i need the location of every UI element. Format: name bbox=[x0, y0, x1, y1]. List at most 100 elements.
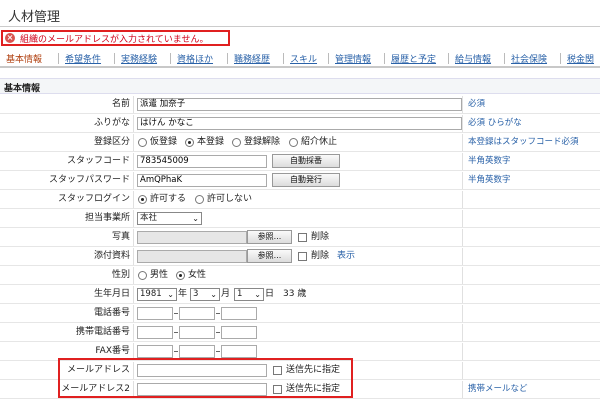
row-registration: 登録区分 仮登録 本登録 登録解除 紹介休止 本登録はスタッフコード必須 bbox=[0, 134, 600, 152]
staff-password-note: 半角英数字 bbox=[468, 175, 511, 185]
tab-qualifications[interactable]: 資格ほか bbox=[177, 52, 213, 65]
chevron-down-icon: ⌄ bbox=[192, 214, 199, 223]
fax-input-2[interactable] bbox=[179, 345, 215, 358]
office-label: 担当事業所 bbox=[0, 210, 134, 227]
fax-input-1[interactable] bbox=[137, 345, 173, 358]
name-input[interactable]: 派遣 加奈子 bbox=[137, 98, 462, 111]
office-select[interactable]: 本社 ⌄ bbox=[137, 212, 202, 225]
title-divider bbox=[0, 26, 600, 27]
birth-month-select[interactable]: 3 ⌄ bbox=[190, 288, 220, 301]
tab-history-schedule[interactable]: 履歴と予定 bbox=[391, 52, 436, 65]
tab-separator bbox=[170, 53, 171, 64]
attachment-browse-button[interactable]: 参照... bbox=[247, 249, 292, 263]
phone-label: 電話番号 bbox=[0, 305, 134, 322]
age-text: 33 歳 bbox=[283, 289, 307, 299]
row-staff-password: スタッフパスワード AmQPhaK 自動発行 半角英数字 bbox=[0, 172, 600, 190]
tab-separator bbox=[448, 53, 449, 64]
auto-issue-button[interactable]: 自動発行 bbox=[272, 173, 340, 187]
row-phone: 電話番号 bbox=[0, 305, 600, 323]
error-icon: × bbox=[5, 33, 15, 43]
furigana-label: ふりがな bbox=[0, 115, 134, 132]
tab-work-experience[interactable]: 実務経験 bbox=[121, 52, 157, 65]
radio-referral-paused-label: 紹介休止 bbox=[301, 137, 338, 147]
tab-basic-info[interactable]: 基本情報 bbox=[6, 52, 42, 65]
mobile-input-3[interactable] bbox=[221, 326, 257, 339]
tab-social-insurance[interactable]: 社会保険 bbox=[511, 52, 547, 65]
attachment-file-input[interactable] bbox=[137, 250, 247, 263]
photo-browse-button[interactable]: 参照... bbox=[247, 230, 292, 244]
radio-login-deny-label: 許可しない bbox=[207, 194, 253, 204]
radio-login-allow-label: 許可する bbox=[150, 194, 187, 204]
row-gender: 性別 男性 女性 bbox=[0, 267, 600, 285]
tab-tax[interactable]: 税金関 bbox=[567, 52, 594, 65]
row-mobile: 携帯電話番号 bbox=[0, 324, 600, 342]
name-note: 必須 bbox=[468, 99, 486, 109]
radio-registered[interactable] bbox=[185, 138, 194, 147]
tab-management-info[interactable]: 管理情報 bbox=[335, 52, 371, 65]
radio-registered-label: 本登録 bbox=[197, 137, 225, 147]
attachment-delete-checkbox[interactable] bbox=[298, 252, 307, 261]
page-title: 人材管理 bbox=[8, 10, 61, 25]
tab-preferences[interactable]: 希望条件 bbox=[65, 52, 101, 65]
row-birthdate: 生年月日 1981 ⌄ 年 3 ⌄ 月 1 ⌄ 日 33 歳 bbox=[0, 286, 600, 304]
radio-unregistered-label: 登録解除 bbox=[244, 137, 281, 147]
tab-career-history[interactable]: 職務経歴 bbox=[234, 52, 270, 65]
radio-provisional[interactable] bbox=[138, 138, 147, 147]
attachment-show-link[interactable]: 表示 bbox=[337, 248, 355, 265]
radio-male[interactable] bbox=[138, 271, 147, 280]
mobile-input-1[interactable] bbox=[137, 326, 173, 339]
photo-file-input[interactable] bbox=[137, 231, 247, 244]
staff-login-label: スタッフログイン bbox=[0, 191, 134, 208]
furigana-note: 必須 ひらがな bbox=[468, 118, 522, 128]
name-label: 名前 bbox=[0, 96, 134, 113]
row-staff-code: スタッフコード 783545009 自動採番 半角英数字 bbox=[0, 153, 600, 171]
radio-female[interactable] bbox=[176, 271, 185, 280]
mobile-label: 携帯電話番号 bbox=[0, 324, 134, 341]
staff-code-input[interactable]: 783545009 bbox=[137, 155, 267, 168]
radio-male-label: 男性 bbox=[150, 270, 169, 280]
photo-delete-label: 削除 bbox=[311, 232, 330, 242]
dash-separator bbox=[216, 332, 220, 333]
radio-login-deny[interactable] bbox=[195, 195, 204, 204]
tab-skills[interactable]: スキル bbox=[290, 52, 317, 65]
tab-separator bbox=[504, 53, 505, 64]
radio-provisional-label: 仮登録 bbox=[150, 137, 178, 147]
radio-female-label: 女性 bbox=[188, 270, 207, 280]
birth-day-value: 1 bbox=[237, 289, 243, 299]
phone-input-3[interactable] bbox=[221, 307, 257, 320]
phone-input-1[interactable] bbox=[137, 307, 173, 320]
staff-code-note: 半角英数字 bbox=[468, 156, 511, 166]
furigana-input[interactable]: はけん かなこ bbox=[137, 117, 462, 130]
error-text: 組織のメールアドレスが入力されていません。 bbox=[20, 34, 209, 45]
phone-input-2[interactable] bbox=[179, 307, 215, 320]
auto-number-button[interactable]: 自動採番 bbox=[272, 154, 340, 168]
attachment-label: 添付資料 bbox=[0, 248, 134, 265]
radio-unregistered[interactable] bbox=[232, 138, 241, 147]
row-staff-login: スタッフログイン 許可する 許可しない bbox=[0, 191, 600, 209]
fax-input-3[interactable] bbox=[221, 345, 257, 358]
tab-separator bbox=[227, 53, 228, 64]
photo-delete-checkbox[interactable] bbox=[298, 233, 307, 242]
staff-code-label: スタッフコード bbox=[0, 153, 134, 170]
registration-label: 登録区分 bbox=[0, 134, 134, 151]
year-unit-label: 年 bbox=[178, 289, 188, 299]
chevron-down-icon: ⌄ bbox=[254, 290, 261, 299]
row-furigana: ふりがな はけん かなこ 必須 ひらがな bbox=[0, 115, 600, 133]
birth-month-value: 3 bbox=[193, 289, 199, 299]
tab-salary-info[interactable]: 給与情報 bbox=[455, 52, 491, 65]
birth-day-select[interactable]: 1 ⌄ bbox=[234, 288, 264, 301]
radio-login-allow[interactable] bbox=[138, 195, 147, 204]
birth-year-select[interactable]: 1981 ⌄ bbox=[137, 288, 177, 301]
tab-separator bbox=[283, 53, 284, 64]
dash-separator bbox=[216, 313, 220, 314]
birthdate-label: 生年月日 bbox=[0, 286, 134, 303]
month-unit-label: 月 bbox=[221, 289, 231, 299]
row-name: 名前 派遣 加奈子 必須 bbox=[0, 96, 600, 114]
dash-separator bbox=[174, 332, 178, 333]
radio-referral-paused[interactable] bbox=[289, 138, 298, 147]
staff-password-input[interactable]: AmQPhaK bbox=[137, 174, 267, 187]
mobile-input-2[interactable] bbox=[179, 326, 215, 339]
birth-year-value: 1981 bbox=[140, 289, 162, 299]
email2-note: 携帯メールなど bbox=[468, 384, 528, 394]
office-select-value: 本社 bbox=[140, 213, 158, 223]
